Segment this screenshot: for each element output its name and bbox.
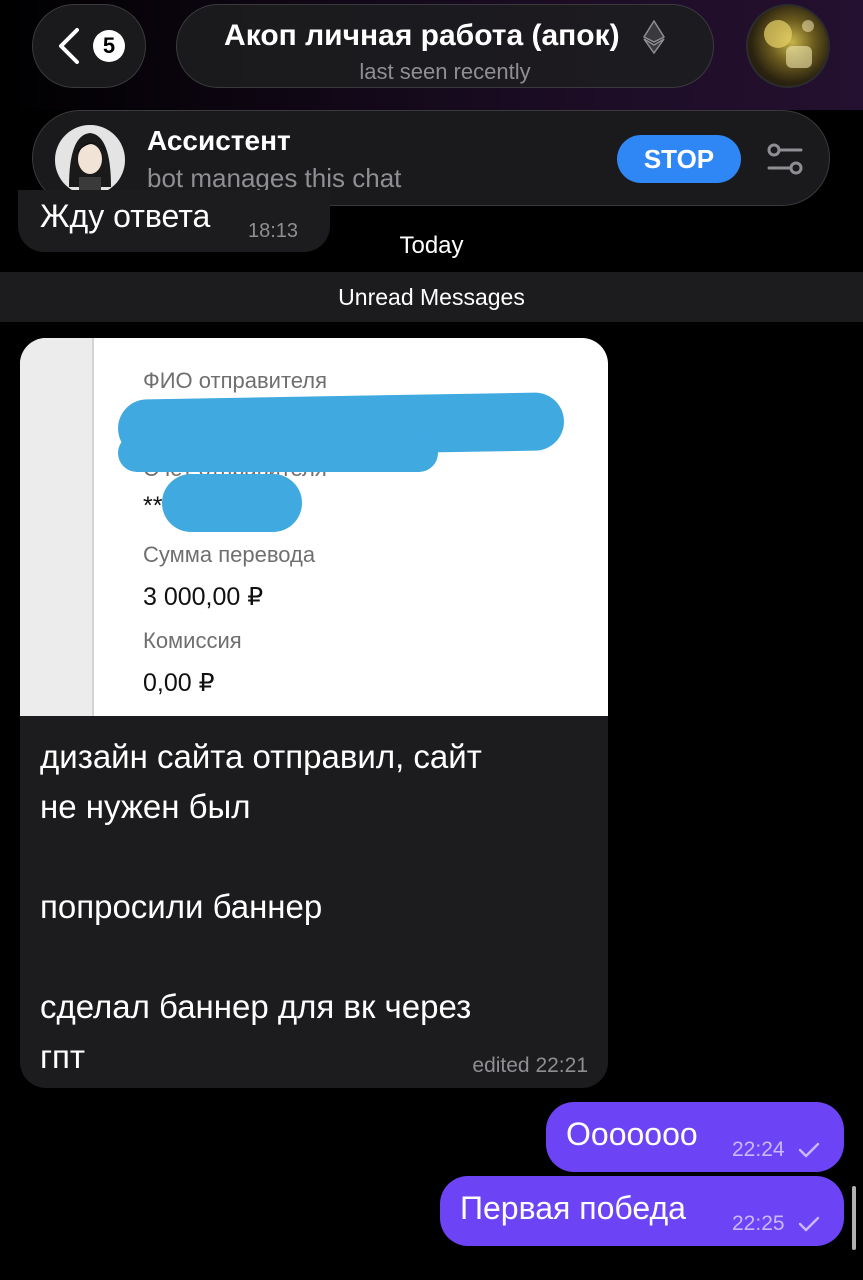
- bot-name: Ассистент: [147, 125, 291, 156]
- message-time: 22:24: [732, 1138, 785, 1161]
- message-time: 22:25: [732, 1212, 785, 1235]
- scrollbar[interactable]: [852, 1186, 856, 1250]
- receipt-account-value: **: [143, 492, 163, 520]
- ethereum-icon: [642, 20, 666, 55]
- message-edited-time: edited 22:21: [472, 1054, 588, 1077]
- redaction-scribble: [118, 434, 438, 472]
- receipt-sender-label: ФИО отправителя: [143, 368, 328, 393]
- chevron-left-icon: [59, 28, 79, 64]
- check-icon: [798, 1216, 820, 1232]
- bot-avatar-image: [55, 125, 125, 195]
- chat-status: last seen recently: [359, 59, 531, 84]
- message-text: Ооооооо: [566, 1116, 698, 1152]
- chat-title-row: Акоп личная работа (апок): [177, 19, 713, 55]
- receipt-side-strip: [20, 338, 94, 716]
- message-text: Первая победа: [460, 1190, 686, 1226]
- unread-count-badge: 5: [93, 30, 125, 62]
- unread-messages-separator: Unread Messages: [0, 272, 863, 322]
- bot-avatar[interactable]: [55, 125, 125, 195]
- outgoing-message[interactable]: Первая победа 22:25: [440, 1176, 844, 1246]
- message-text: Жду ответа: [40, 198, 211, 234]
- incoming-photo-message[interactable]: ФИО отправителя Счёт отправителя ** Сумм…: [20, 338, 608, 1088]
- stop-button[interactable]: STOP: [617, 135, 741, 183]
- date-separator: Today: [399, 232, 464, 259]
- receipt-fee-value: 0,00 ₽: [143, 669, 215, 697]
- receipt-amount-value: 3 000,00 ₽: [143, 583, 264, 611]
- back-button[interactable]: 5: [32, 4, 146, 88]
- chat-title: Акоп личная работа (апок): [224, 19, 620, 52]
- chat-header[interactable]: Акоп личная работа (апок) last seen rece…: [176, 4, 714, 88]
- outgoing-message[interactable]: Ооооооо 22:24: [546, 1102, 844, 1172]
- avatar-image: [764, 20, 814, 68]
- message-text: дизайн сайта отправил, сайт не нужен был…: [40, 738, 482, 1075]
- receipt-fee-label: Комиссия: [143, 628, 242, 653]
- receipt-photo[interactable]: ФИО отправителя Счёт отправителя ** Сумм…: [20, 338, 608, 716]
- check-icon: [798, 1142, 820, 1158]
- chat-avatar[interactable]: [746, 4, 830, 88]
- receipt-amount-label: Сумма перевода: [143, 542, 316, 567]
- redaction-scribble: [162, 474, 302, 532]
- sliders-settings-icon[interactable]: [765, 139, 805, 179]
